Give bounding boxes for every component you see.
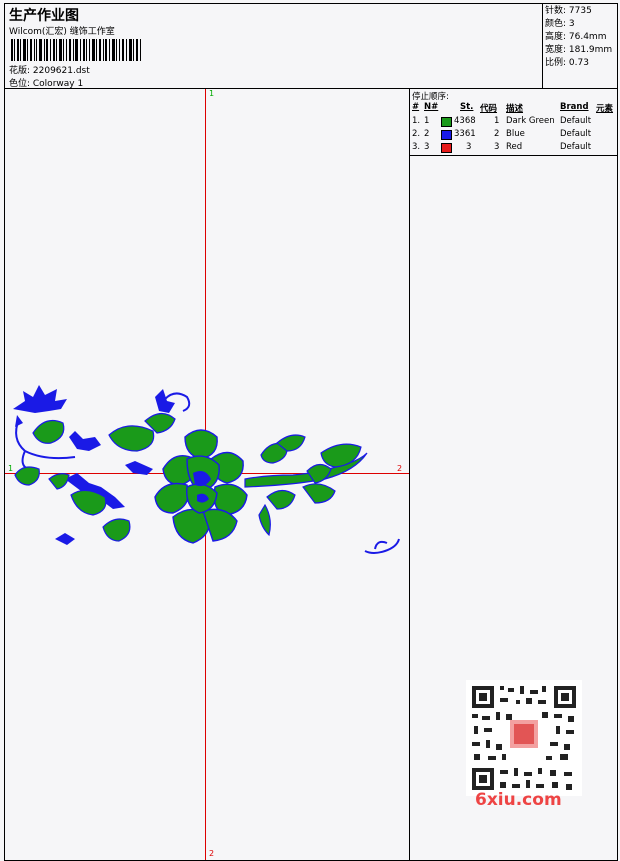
row-brand: Default bbox=[560, 116, 592, 126]
marker-top: 1 bbox=[209, 89, 215, 98]
embroidery-design bbox=[13, 385, 400, 554]
table-row: 3. 3 3 3 Red Default bbox=[410, 142, 617, 154]
row-brand: Default bbox=[560, 129, 592, 139]
qr-code bbox=[466, 680, 582, 796]
stat-scale: 比例: 0.73 bbox=[545, 58, 589, 68]
stat-width: 宽度: 181.9mm bbox=[545, 45, 613, 55]
design-file-label: 花版: 2209621.dst bbox=[9, 66, 90, 76]
header-stitches: St. bbox=[460, 102, 474, 112]
row-code: 3 bbox=[494, 142, 500, 152]
header-num: # bbox=[412, 102, 420, 112]
header-n: N# bbox=[424, 102, 439, 112]
watermark-site: 6xiu.com bbox=[475, 790, 562, 810]
design-stats: 针数: 7735 颜色: 3 高度: 76.4mm 宽度: 181.9mm 比例… bbox=[545, 5, 612, 70]
header-divider bbox=[542, 4, 543, 88]
color-swatch bbox=[441, 117, 452, 127]
panel-divider bbox=[409, 89, 410, 860]
row-num: 3. bbox=[412, 142, 421, 152]
row-num: 2. bbox=[412, 129, 421, 139]
studio-name: Wilcom(汇宏) 缝饰工作室 bbox=[9, 27, 115, 37]
stop-sequence-title: 停止顺序: bbox=[412, 92, 449, 102]
row-n: 2 bbox=[424, 129, 430, 139]
color-swatch bbox=[441, 130, 452, 140]
stat-colors: 颜色: 3 bbox=[545, 19, 575, 29]
header-desc: 描述 bbox=[506, 104, 524, 114]
header-code: 代码 bbox=[480, 104, 498, 114]
row-desc: Red bbox=[506, 142, 523, 152]
table-row: 1. 1 4368 1 Dark Green Default bbox=[410, 116, 617, 128]
header-element: 元素 bbox=[596, 104, 614, 114]
stat-stitches: 针数: 7735 bbox=[545, 6, 592, 16]
header-brand: Brand bbox=[560, 102, 589, 112]
marker-bottom: 2 bbox=[209, 849, 215, 858]
row-code: 2 bbox=[494, 129, 500, 139]
row-stitches: 3361 bbox=[454, 129, 476, 139]
design-preview: 1 2 1 2 bbox=[5, 89, 409, 860]
row-desc: Blue bbox=[506, 129, 525, 139]
stat-height: 高度: 76.4mm bbox=[545, 32, 607, 42]
row-n: 1 bbox=[424, 116, 430, 126]
color-swatch bbox=[441, 143, 452, 153]
row-desc: Dark Green bbox=[506, 116, 555, 126]
header-panel: 生产作业图 Wilcom(汇宏) 缝饰工作室 花版: 2209621.dst 色… bbox=[4, 3, 618, 89]
row-stitches: 4368 bbox=[454, 116, 476, 126]
row-stitches: 3 bbox=[466, 142, 472, 152]
row-n: 3 bbox=[424, 142, 430, 152]
row-num: 1. bbox=[412, 116, 421, 126]
color-sequence-table: 停止顺序: # N# St. 代码 描述 Brand 元素 1. 1 4368 … bbox=[410, 89, 617, 156]
row-brand: Default bbox=[560, 142, 592, 152]
barcode bbox=[11, 39, 141, 61]
table-row: 2. 2 3361 2 Blue Default bbox=[410, 129, 617, 141]
row-code: 1 bbox=[494, 116, 500, 126]
production-sheet: 生产作业图 Wilcom(汇宏) 缝饰工作室 花版: 2209621.dst 色… bbox=[0, 0, 620, 861]
page-title: 生产作业图 bbox=[9, 8, 79, 24]
